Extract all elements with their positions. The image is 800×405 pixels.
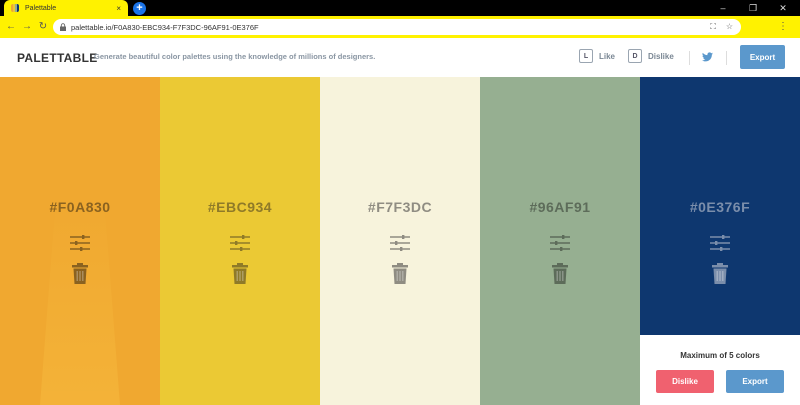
forward-arrow-icon[interactable]: →: [20, 19, 34, 35]
dislike-label: Dislike: [648, 51, 674, 61]
browser-tab[interactable]: Palettable ×: [4, 0, 128, 16]
address-bar[interactable]: palettable.io/F0A830-EBC934-F7F3DC-96AF9…: [53, 19, 741, 35]
back-arrow-icon[interactable]: ←: [4, 19, 18, 35]
adjust-sliders-icon[interactable]: [710, 235, 730, 251]
minimize-icon[interactable]: –: [710, 0, 736, 16]
dislike-button[interactable]: D Dislike: [628, 49, 674, 63]
maximize-icon[interactable]: ❐: [740, 0, 766, 16]
like-label: Like: [599, 51, 616, 61]
tab-title: Palettable: [25, 4, 57, 12]
trash-icon[interactable]: [232, 263, 248, 284]
browser-tab-bar: Palettable × + – ❐ ✕: [0, 0, 800, 16]
tab-close-icon[interactable]: ×: [116, 4, 121, 13]
trash-icon[interactable]: [72, 263, 88, 284]
like-button[interactable]: L Like: [579, 49, 615, 63]
panel-export-button[interactable]: Export: [726, 370, 784, 393]
max-colors-panel: Maximum of 5 colors Dislike Export: [640, 335, 800, 405]
trash-icon[interactable]: [392, 263, 408, 284]
color-hex-label[interactable]: #F7F3DC: [320, 199, 480, 215]
panel-dislike-button[interactable]: Dislike: [656, 370, 714, 393]
dislike-shortcut-key: D: [628, 49, 642, 63]
bookmark-star-icon[interactable]: ☆: [726, 22, 733, 32]
color-hex-label[interactable]: #EBC934: [160, 199, 320, 215]
export-button[interactable]: Export: [740, 45, 785, 69]
browser-menu-icon[interactable]: ⋮: [778, 19, 788, 35]
url-text: palettable.io/F0A830-EBC934-F7F3DC-96AF9…: [71, 22, 259, 32]
adjust-sliders-icon[interactable]: [70, 235, 90, 251]
color-hex-label[interactable]: #F0A830: [0, 199, 160, 215]
window-close-icon[interactable]: ✕: [770, 0, 796, 16]
new-tab-button[interactable]: +: [133, 2, 146, 15]
divider: [689, 51, 690, 65]
site-logo[interactable]: PALETTABLE: [17, 51, 98, 65]
translate-icon[interactable]: ⛶: [710, 22, 716, 32]
color-column[interactable]: #96AF91: [480, 77, 640, 405]
browser-toolbar: ← → ↻ palettable.io/F0A830-EBC934-F7F3DC…: [0, 16, 800, 39]
adjust-sliders-icon[interactable]: [390, 235, 410, 251]
adjust-sliders-icon[interactable]: [230, 235, 250, 251]
adjust-sliders-icon[interactable]: [550, 235, 570, 251]
divider: [726, 51, 727, 65]
lock-icon: [60, 23, 66, 31]
trash-icon[interactable]: [552, 263, 568, 284]
color-column[interactable]: #F7F3DC: [320, 77, 480, 405]
color-hex-label[interactable]: #96AF91: [480, 199, 640, 215]
palettable-favicon-icon: [11, 4, 19, 12]
twitter-icon[interactable]: [702, 52, 713, 62]
highlight-glow: [40, 197, 120, 405]
max-colors-message: Maximum of 5 colors: [680, 351, 760, 360]
app-header: PALETTABLE Generate beautiful color pale…: [0, 38, 800, 78]
reload-icon[interactable]: ↻: [36, 19, 50, 35]
color-hex-label[interactable]: #0E376F: [640, 199, 800, 215]
tagline: Generate beautiful color palettes using …: [94, 52, 376, 61]
like-shortcut-key: L: [579, 49, 593, 63]
color-column[interactable]: #EBC934: [160, 77, 320, 405]
color-column[interactable]: #F0A830: [0, 77, 160, 405]
trash-icon[interactable]: [712, 263, 728, 284]
